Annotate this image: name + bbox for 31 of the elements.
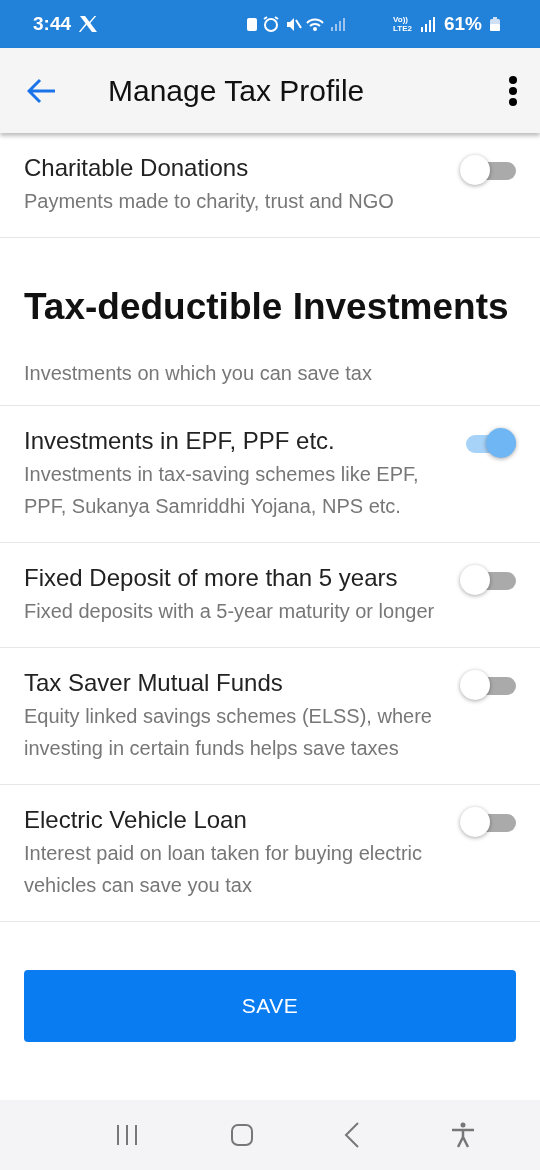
section-heading: Tax-deductible Investments: [24, 286, 510, 328]
page-title: Manage Tax Profile: [108, 73, 366, 108]
home-icon[interactable]: [229, 1123, 254, 1147]
toggle-switch[interactable]: [460, 565, 516, 595]
setting-title: Investments in EPF, PPF etc.: [24, 426, 336, 456]
recent-apps-icon[interactable]: [115, 1123, 140, 1147]
setting-title: Fixed Deposit of more than 5 years: [24, 563, 399, 593]
back-icon[interactable]: [344, 1122, 361, 1148]
x-logo-icon: [79, 16, 98, 32]
signal-icon: [419, 16, 436, 32]
save-button[interactable]: SAVE: [24, 970, 516, 1042]
back-arrow-icon[interactable]: [27, 77, 57, 104]
setting-description: Interest paid on loan taken for buying electric vehicles can save you tax: [24, 841, 424, 898]
clock: 3:44: [33, 13, 72, 35]
network-label: LTE2: [393, 24, 412, 33]
setting-description: Payments made to charity, trust and NGO: [24, 189, 395, 214]
setting-title: Electric Vehicle Loan: [24, 805, 248, 835]
battery-icon: [490, 17, 500, 31]
accessibility-icon[interactable]: [450, 1122, 475, 1148]
toggle-switch[interactable]: [460, 807, 516, 837]
setting-description: Fixed deposits with a 5-year maturity or longer: [24, 599, 436, 624]
setting-description: Equity linked savings schemes (ELSS), where investing in certain funds helps save taxes: [24, 704, 433, 761]
toggle-switch[interactable]: [460, 155, 516, 185]
setting-title: Tax Saver Mutual Funds: [24, 668, 284, 698]
battery-percent: 61%: [443, 13, 482, 35]
setting-description: Investments in tax-saving schemes like EPF, PPF, Sukanya Samriddhi Yojana, NPS etc.: [24, 462, 420, 519]
section-subtitle: Investments on which you can save tax: [24, 362, 373, 385]
setting-title: Charitable Donations: [24, 153, 250, 183]
toggle-switch[interactable]: [460, 670, 516, 700]
network-label: Vo)): [393, 15, 409, 24]
more-options-icon[interactable]: [508, 75, 518, 106]
